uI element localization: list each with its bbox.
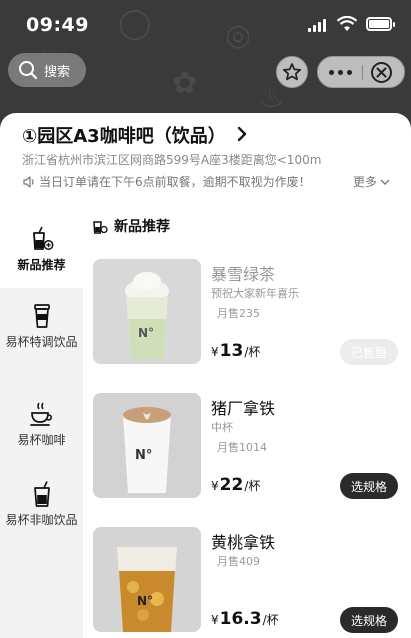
new-drink-icon: [93, 221, 108, 234]
category-sidebar: 新品推荐 易杯特调饮品 易杯咖啡 易杯非咖饮品: [0, 203, 83, 638]
more-label: 更多: [353, 175, 378, 189]
price-unit: /杯: [244, 345, 261, 359]
wifi-icon: [337, 16, 357, 31]
shop-name[interactable]: ①园区A3咖啡吧（饮品）: [22, 122, 226, 148]
battery-icon: [366, 17, 395, 31]
sold-out-button: 已售罄: [340, 339, 398, 365]
product-sales: 月售1014: [217, 441, 267, 454]
chevron-down-icon: [380, 179, 390, 185]
new-drink-icon: [32, 226, 53, 250]
product-image[interactable]: N°: [93, 527, 201, 632]
svg-text:N°: N°: [135, 448, 152, 463]
product-item-pig-latte: N° 猪厂拿铁 中杯 月售1014 ¥ 22 /杯 选规格: [83, 393, 411, 503]
product-sales: 月售409: [217, 555, 260, 568]
category-item-special[interactable]: 易杯特调饮品: [0, 302, 83, 351]
search-button[interactable]: 搜索: [8, 53, 86, 87]
notice-text: 当日订单请在下午6点前取餐，逾期不取视为作废！: [39, 175, 311, 189]
product-desc: 预祝大家新年喜乐: [211, 287, 299, 300]
product-item-baoxue-green-tea: N° 暴雪绿茶 预祝大家新年喜乐 月售235 ¥ 13 /杯 已售罄: [83, 259, 411, 369]
category-label: 易杯非咖饮品: [5, 513, 78, 527]
price-unit: /杯: [262, 613, 279, 627]
miniapp-capsule: [317, 56, 405, 88]
product-image[interactable]: N°: [93, 259, 201, 364]
product-price: ¥ 13 /杯: [211, 341, 260, 361]
chevron-right-icon[interactable]: [236, 125, 248, 143]
more-info-button[interactable]: 更多: [353, 173, 391, 190]
product-price: ¥ 22 /杯: [211, 475, 260, 495]
status-bar: 09:49: [0, 0, 411, 50]
select-spec-button[interactable]: 选规格: [340, 473, 398, 499]
signal-icon: [308, 18, 328, 32]
peach-latte-image: N°: [93, 527, 201, 632]
price-value: 22: [219, 475, 244, 495]
search-icon: [19, 61, 38, 80]
star-icon: [282, 63, 302, 81]
price-value: 13: [219, 341, 244, 361]
section-title: 新品推荐: [114, 219, 170, 235]
price-value: 16.3: [219, 609, 262, 629]
search-label: 搜索: [44, 64, 71, 80]
svg-text:N°: N°: [137, 594, 153, 608]
cup-icon: [33, 304, 50, 328]
speaker-icon: [23, 175, 34, 188]
category-label: 易杯咖啡: [17, 433, 66, 447]
category-item-non-coffee[interactable]: 易杯非咖饮品: [0, 480, 83, 529]
price-currency: ¥: [211, 479, 219, 493]
latte-cup-image: N°: [93, 393, 201, 498]
shop-notice: 当日订单请在下午6点前取餐，逾期不取视为作废！: [22, 173, 311, 190]
favorite-button[interactable]: [276, 56, 308, 88]
capsule-divider: [362, 65, 363, 80]
more-options-button[interactable]: [318, 57, 362, 87]
product-desc: 中杯: [211, 421, 233, 434]
close-miniapp-button[interactable]: [371, 62, 392, 83]
decor-doodle: ♨: [258, 80, 285, 115]
product-sales: 月售235: [217, 307, 260, 320]
price-currency: ¥: [211, 613, 219, 627]
coffee-cup-icon: [29, 402, 52, 426]
category-label: 新品推荐: [17, 258, 66, 272]
price-unit: /杯: [244, 479, 261, 493]
product-name: 暴雪绿茶: [211, 265, 276, 284]
svg-text:N°: N°: [138, 326, 154, 340]
drink-glass-icon: [33, 481, 50, 507]
product-name: 猪厂拿铁: [211, 399, 276, 418]
product-list: 新品推荐 N° 暴雪绿茶 预祝大家新年喜乐 月售235 ¥ 13 /杯 已售罄: [83, 203, 411, 638]
product-name: 黄桃拿铁: [211, 533, 276, 552]
category-item-coffee[interactable]: 易杯咖啡: [0, 400, 83, 449]
shop-info-card: ①园区A3咖啡吧（饮品） 浙江省杭州市滨江区网商路599号A座3楼距离您<100…: [0, 113, 411, 203]
price-currency: ¥: [211, 345, 219, 359]
close-icon: [376, 67, 387, 78]
decor-doodle: ✿: [172, 66, 198, 101]
product-item-peach-latte: N° 黄桃拿铁 月售409 ¥ 16.3 /杯 选规格: [83, 527, 411, 637]
status-time: 09:49: [26, 14, 89, 36]
category-item-new[interactable]: 新品推荐: [0, 203, 83, 288]
product-image[interactable]: N°: [93, 393, 201, 498]
shop-address: 浙江省杭州市滨江区网商路599号A座3楼距离您<100m: [22, 153, 322, 167]
section-header: 新品推荐: [91, 216, 170, 236]
select-spec-button[interactable]: 选规格: [340, 607, 398, 633]
category-label: 易杯特调饮品: [5, 335, 78, 349]
product-price: ¥ 16.3 /杯: [211, 609, 279, 629]
iced-tea-image: N°: [93, 259, 201, 364]
